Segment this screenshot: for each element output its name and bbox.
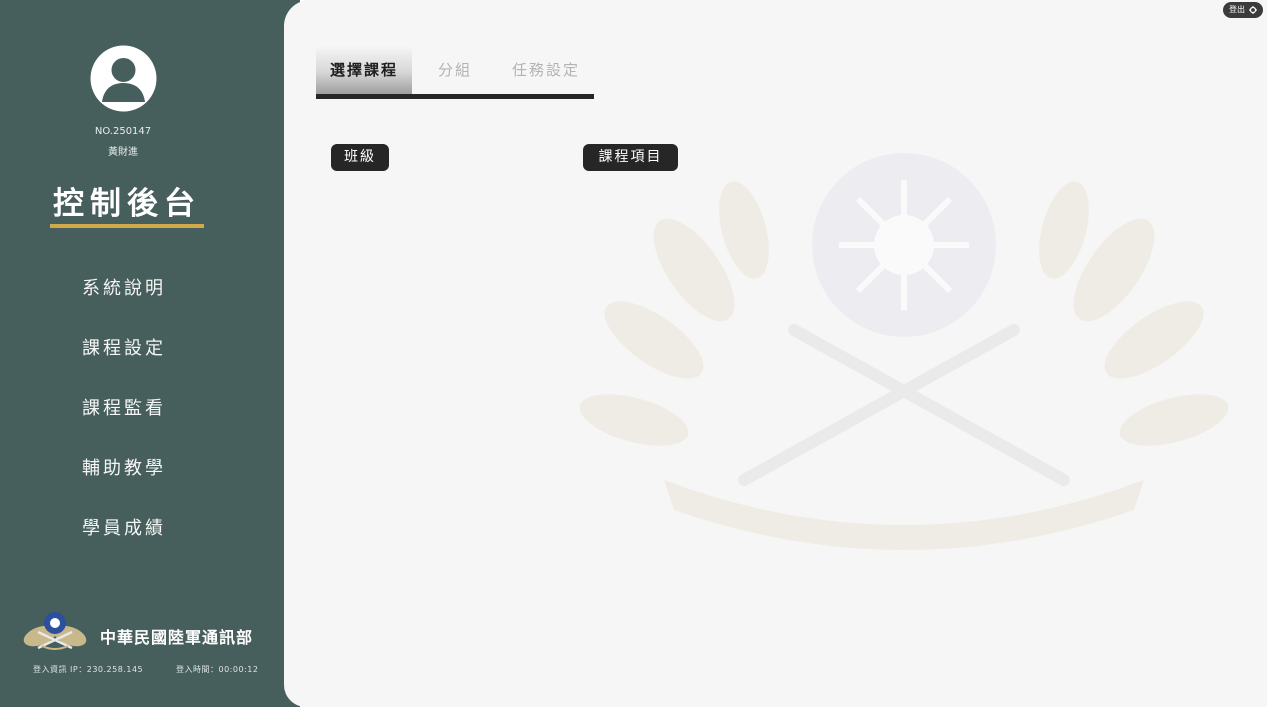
- user-number: NO.250147: [94, 126, 152, 137]
- tab-task-settings[interactable]: 任務設定: [496, 44, 596, 94]
- title-underline: [50, 224, 204, 228]
- main-panel: 選擇課程 分組 任務設定 班級 課程項目: [284, 0, 1267, 707]
- console-title: 控制後台: [53, 186, 201, 222]
- tab-select-course[interactable]: 選擇課程: [316, 44, 412, 94]
- army-emblem-watermark-icon: [579, 153, 1229, 550]
- login-ip-info: 登入資訊 IP：230.258.145: [33, 665, 144, 674]
- login-time-info: 登入時間：00:00:12: [176, 665, 259, 674]
- tab-underline: [316, 94, 594, 99]
- gear-icon: [1249, 6, 1257, 14]
- logout-button[interactable]: 登出: [1223, 2, 1263, 18]
- sidebar-item-course-monitor[interactable]: 課程監看: [54, 394, 194, 420]
- tab-grouping[interactable]: 分組: [420, 44, 490, 94]
- avatar-icon: [90, 45, 157, 112]
- sidebar-item-system-guide[interactable]: 系統說明: [54, 274, 194, 300]
- army-emblem-icon: [20, 610, 90, 652]
- sidebar-item-student-grades[interactable]: 學員成績: [54, 514, 194, 540]
- sidebar: NO.250147 黃財進 控制後台 系統說明 課程設定 課程監看 輔助教學 學…: [0, 0, 300, 707]
- logout-label: 登出: [1229, 5, 1245, 14]
- sidebar-item-course-settings[interactable]: 課程設定: [54, 334, 194, 360]
- class-button[interactable]: 班級: [331, 144, 389, 171]
- user-name: 黃財進: [108, 147, 138, 158]
- tab-bar: 選擇課程 分組 任務設定: [316, 44, 594, 100]
- organization-name: 中華民國陸軍通訊部: [100, 628, 254, 647]
- sidebar-item-assisted-teaching[interactable]: 輔助教學: [54, 454, 194, 480]
- course-items-button[interactable]: 課程項目: [583, 144, 678, 171]
